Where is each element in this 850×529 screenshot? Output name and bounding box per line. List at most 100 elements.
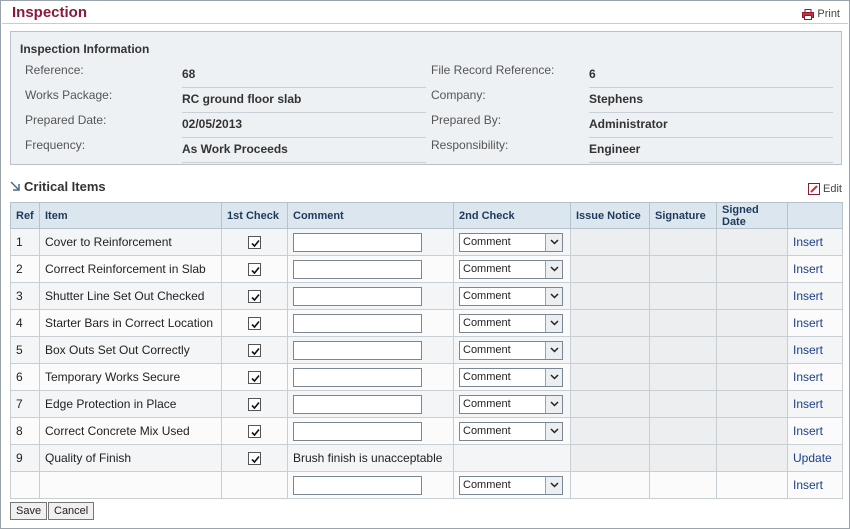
insert-link[interactable]: Insert (793, 262, 823, 276)
cancel-button[interactable]: Cancel (48, 502, 95, 520)
info-label: File Record Reference: (431, 63, 555, 77)
insert-link[interactable]: Insert (793, 343, 823, 357)
second-check-select[interactable]: Comment (459, 286, 563, 306)
signature-cell (649, 363, 717, 391)
issue-notice-cell (570, 417, 650, 445)
chevron-down-icon (550, 373, 559, 380)
insert-link[interactable]: Insert (793, 424, 823, 438)
second-check-select[interactable]: Comment (459, 421, 563, 441)
row-ref: 4 (10, 309, 40, 337)
critical-items-table: Ref Item 1st Check Comment 2nd Check Iss… (10, 202, 843, 499)
first-check-checkbox[interactable] (248, 371, 261, 385)
second-check-cell: Comment (453, 282, 571, 310)
signature-cell (649, 282, 717, 310)
dropdown-arrow[interactable] (545, 233, 562, 251)
chevron-down-icon (550, 319, 559, 326)
print-button[interactable]: Print (802, 8, 840, 20)
comment-cell (287, 390, 454, 418)
dropdown-arrow[interactable] (545, 314, 562, 332)
comment-input[interactable] (293, 394, 422, 414)
second-check-select[interactable]: Comment (459, 232, 563, 252)
second-check-select[interactable]: Comment (459, 340, 563, 360)
dropdown-arrow[interactable] (545, 476, 562, 494)
collapse-arrow-icon[interactable] (10, 181, 21, 192)
first-check-checkbox[interactable] (248, 452, 261, 466)
comment-text: Brush finish is unacceptable (287, 444, 454, 472)
second-check-cell: Comment (453, 228, 571, 256)
chevron-down-icon (550, 238, 559, 245)
second-check-select[interactable]: Comment (459, 367, 563, 387)
first-check-checkbox[interactable] (248, 263, 261, 277)
second-check-select[interactable]: Comment (459, 259, 563, 279)
comment-input[interactable] (293, 421, 422, 441)
row-item: Cover to Reinforcement (39, 228, 222, 256)
signature-cell (649, 417, 717, 445)
second-check-cell: Comment (453, 363, 571, 391)
info-value: As Work Proceeds (182, 142, 426, 163)
dropdown-arrow[interactable] (545, 368, 562, 386)
edit-button[interactable]: Edit (808, 183, 842, 195)
comment-input[interactable] (293, 340, 422, 360)
second-check-select[interactable]: Comment (459, 394, 563, 414)
first-check-cell (221, 228, 288, 256)
insert-link[interactable]: Insert (793, 316, 823, 330)
second-check-value: Comment (463, 370, 511, 383)
dropdown-arrow[interactable] (545, 422, 562, 440)
comment-input[interactable] (293, 475, 422, 495)
first-check-checkbox[interactable] (248, 317, 261, 331)
first-check-checkbox[interactable] (248, 398, 261, 412)
first-check-checkbox[interactable] (248, 425, 261, 439)
row-ref: 6 (10, 363, 40, 391)
issue-notice-cell (570, 282, 650, 310)
comment-input[interactable] (293, 232, 422, 252)
printer-icon (802, 8, 815, 20)
insert-link[interactable]: Insert (793, 289, 823, 303)
issue-notice-cell (570, 471, 650, 499)
dropdown-arrow[interactable] (545, 287, 562, 305)
row-item: Starter Bars in Correct Location (39, 309, 222, 337)
first-check-checkbox[interactable] (248, 236, 261, 250)
row-ref: 7 (10, 390, 40, 418)
second-check-select[interactable]: Comment (459, 313, 563, 333)
checkmark-icon (251, 240, 260, 248)
info-label: Prepared Date: (25, 113, 107, 127)
dropdown-arrow[interactable] (545, 341, 562, 359)
checkmark-icon (251, 375, 260, 383)
issue-notice-cell (570, 444, 650, 472)
chevron-down-icon (550, 292, 559, 299)
edit-label: Edit (823, 183, 842, 195)
checkmark-icon (251, 321, 260, 329)
comment-input[interactable] (293, 259, 422, 279)
insert-link[interactable]: Insert (793, 397, 823, 411)
first-check-cell (221, 471, 288, 499)
insert-link[interactable]: Insert (793, 478, 823, 492)
comment-input[interactable] (293, 367, 422, 387)
insert-link[interactable]: Insert (793, 235, 823, 249)
first-check-cell (221, 390, 288, 418)
comment-input[interactable] (293, 286, 422, 306)
first-check-checkbox[interactable] (248, 344, 261, 358)
checkmark-icon (251, 429, 260, 437)
table-row: 8 Correct Concrete Mix Used Comment Insert (10, 417, 843, 445)
update-link[interactable]: Update (793, 451, 832, 465)
second-check-select[interactable]: Comment (459, 475, 563, 495)
table-row: 6 Temporary Works Secure Comment Insert (10, 363, 843, 391)
signature-cell (649, 255, 717, 283)
second-check-cell: Comment (453, 471, 571, 499)
info-value: RC ground floor slab (182, 92, 426, 113)
comment-input[interactable] (293, 313, 422, 333)
dropdown-arrow[interactable] (545, 260, 562, 278)
table-row: 3 Shutter Line Set Out Checked Comment Inse… (10, 282, 843, 310)
insert-link[interactable]: Insert (793, 370, 823, 384)
second-check-value: Comment (463, 289, 511, 302)
info-row-responsibility: Responsibility: Engineer (431, 138, 833, 163)
info-label: Frequency: (25, 138, 86, 152)
dropdown-arrow[interactable] (545, 395, 562, 413)
signed-date-cell (716, 363, 788, 391)
first-check-checkbox[interactable] (248, 290, 261, 304)
signature-cell (649, 444, 717, 472)
second-check-value: Comment (463, 478, 511, 491)
second-check-cell: Comment (453, 336, 571, 364)
save-button[interactable]: Save (10, 502, 48, 520)
second-check-value: Comment (463, 262, 511, 275)
